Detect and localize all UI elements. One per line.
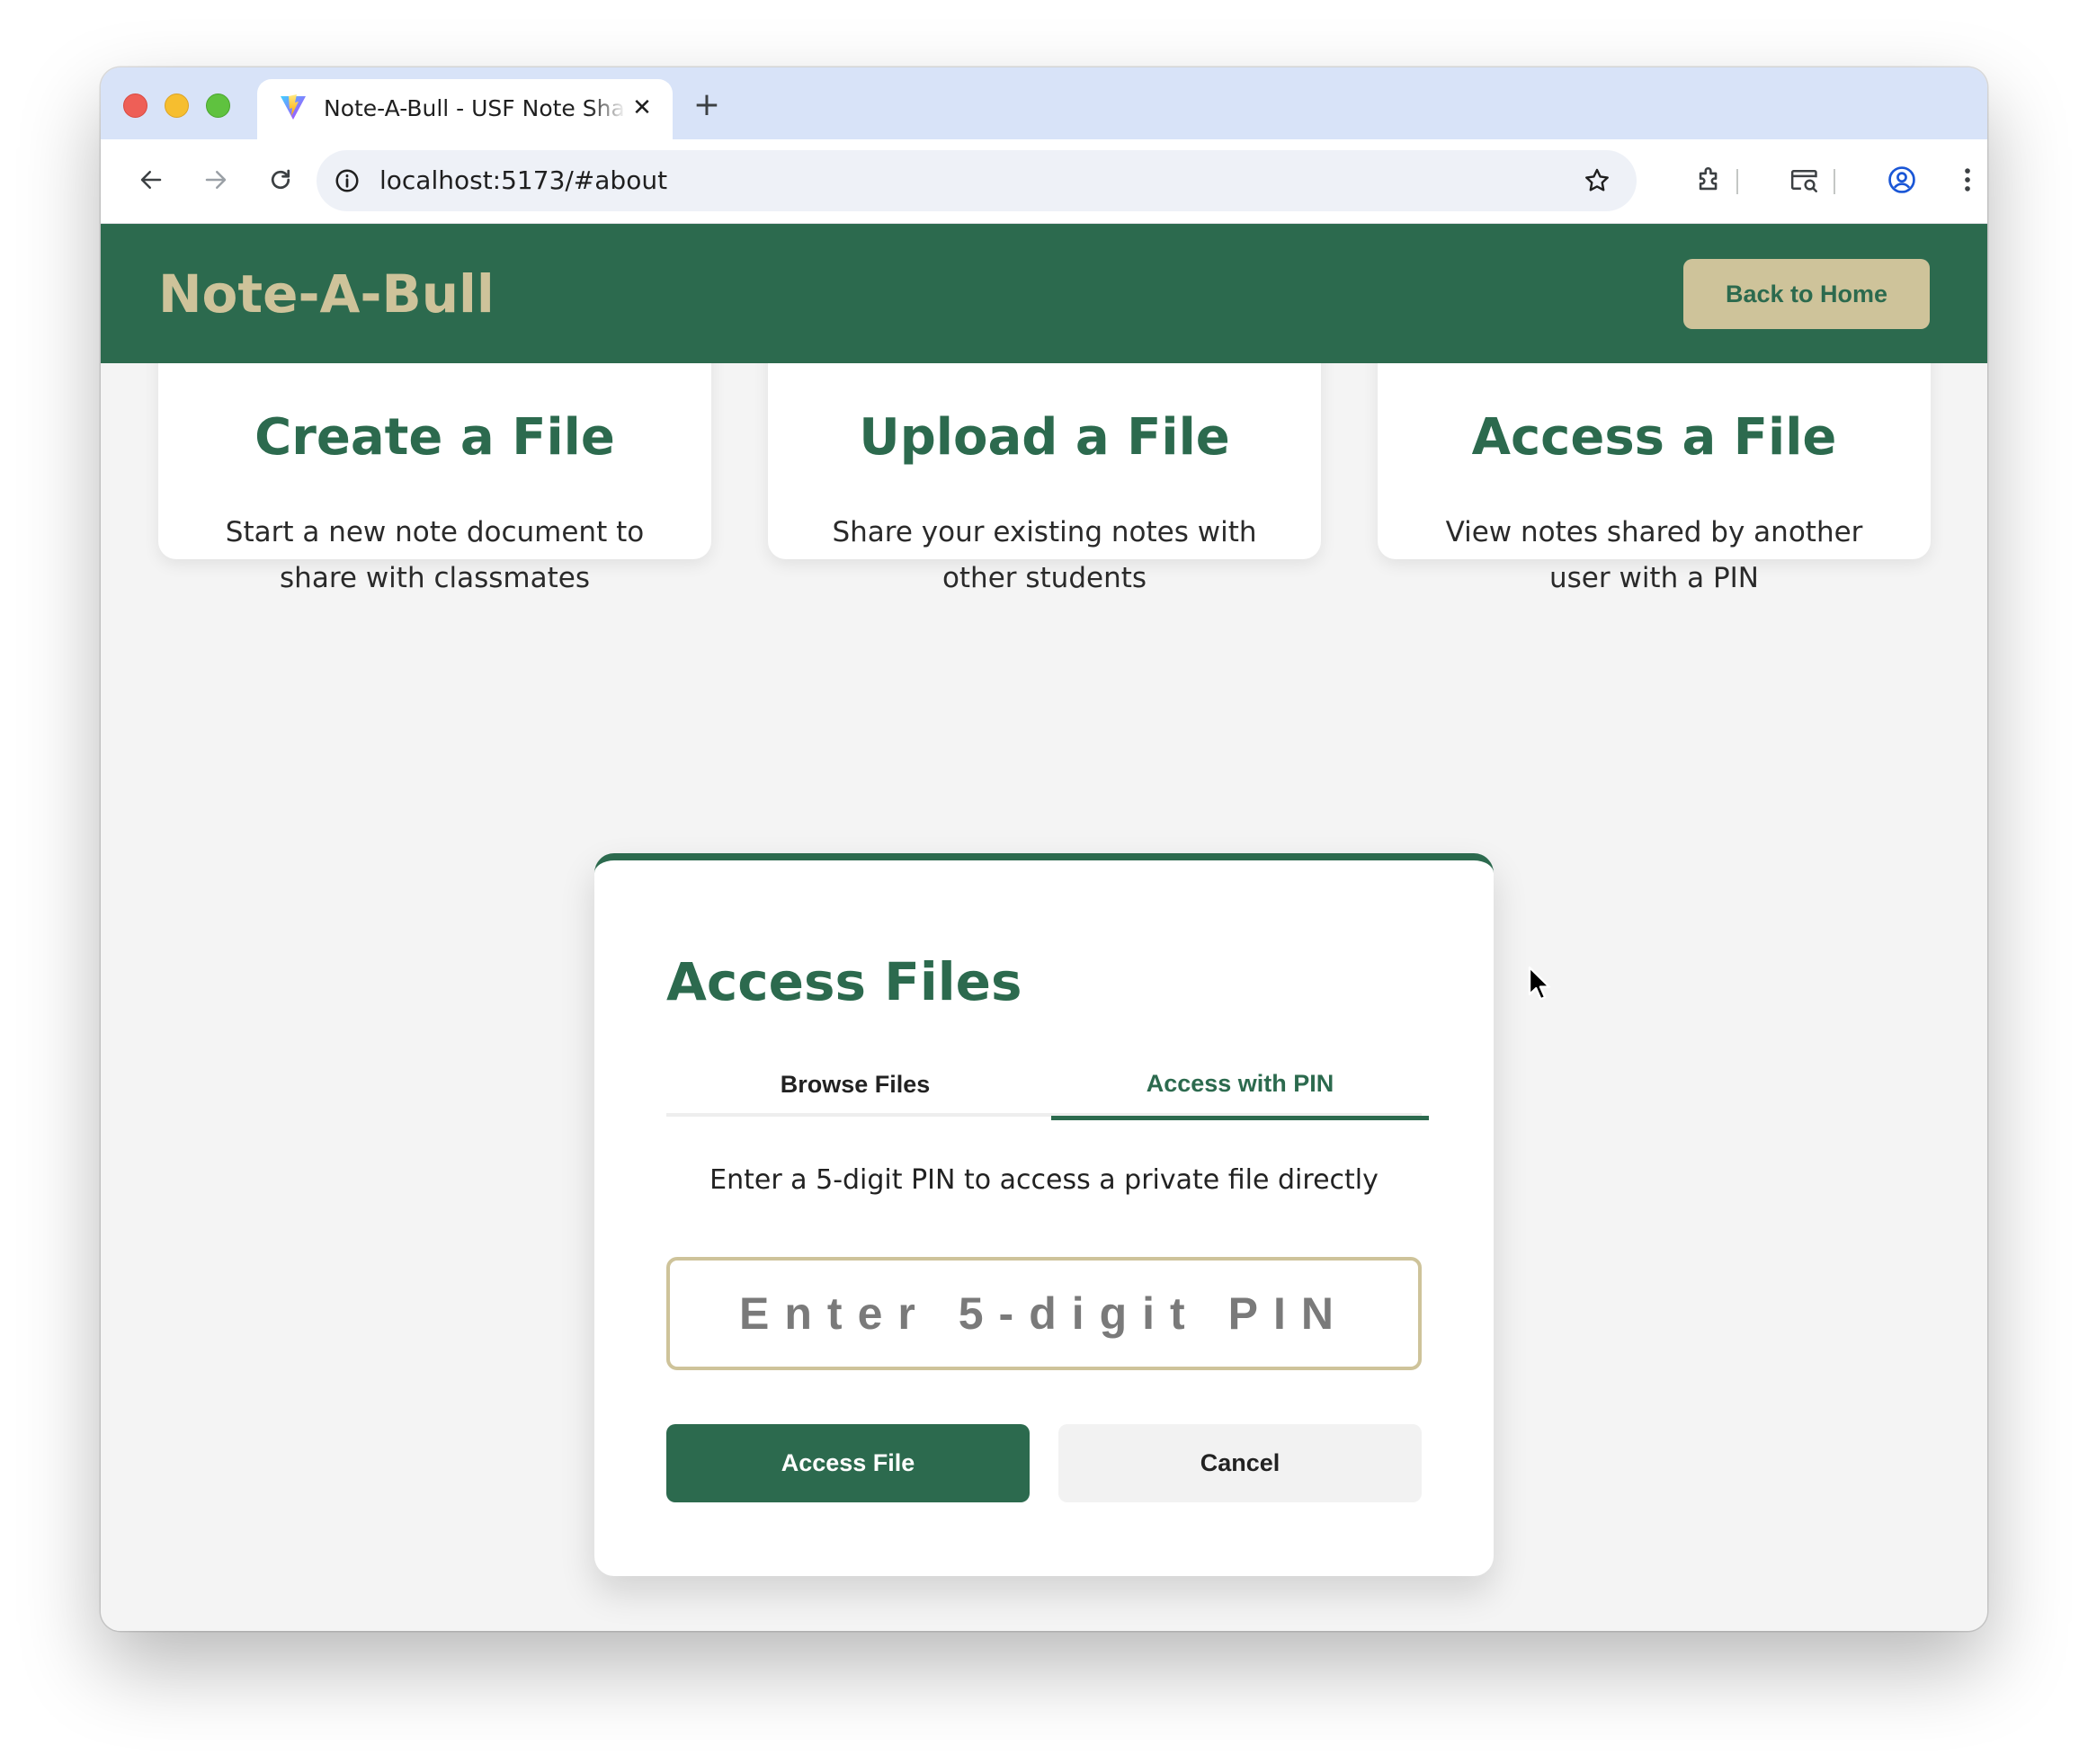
back-arrow-icon[interactable] xyxy=(131,160,171,200)
pin-instructions: Enter a 5-digit PIN to access a private … xyxy=(709,1164,1379,1196)
browser-window: Note-A-Bull - USF Note Sharing ✕ + local… xyxy=(101,67,1987,1631)
tab-access-with-pin[interactable]: Access with PIN xyxy=(1051,1052,1429,1120)
address-bar[interactable]: localhost:5173/#about xyxy=(317,150,1637,211)
tab-strip: Note-A-Bull - USF Note Sharing ✕ + xyxy=(101,67,1987,139)
zoom-window-icon[interactable] xyxy=(206,94,230,118)
tab-browse-files[interactable]: Browse Files xyxy=(666,1052,1044,1117)
modal-tabs: Browse Files Access with PIN xyxy=(666,1052,1429,1120)
page-viewport: Note-A-Bull Back to Home Create a File S… xyxy=(101,224,1987,1631)
cancel-button[interactable]: Cancel xyxy=(1058,1424,1422,1502)
card-title: Upload a File xyxy=(859,408,1230,467)
vite-favicon-icon xyxy=(281,94,306,120)
card-description: View notes shared by another user with a… xyxy=(1445,516,1863,594)
back-to-home-button[interactable]: Back to Home xyxy=(1683,259,1930,329)
card-description: Start a new note document to share with … xyxy=(225,516,645,594)
browser-tab-active[interactable]: Note-A-Bull - USF Note Sharing ✕ xyxy=(257,79,673,139)
card-title: Access a File xyxy=(1471,408,1837,467)
toolbar-divider xyxy=(1736,169,1738,194)
pin-input[interactable] xyxy=(666,1257,1422,1370)
mouse-cursor-icon xyxy=(1528,966,1551,1001)
toolbar-divider xyxy=(1834,169,1835,194)
more-menu-icon[interactable] xyxy=(1948,160,1987,200)
tab-search-icon[interactable] xyxy=(1785,160,1825,200)
reload-icon[interactable] xyxy=(261,160,300,200)
modal-title: Access Files xyxy=(666,951,1022,1012)
access-file-button[interactable]: Access File xyxy=(666,1424,1030,1502)
new-tab-button[interactable]: + xyxy=(689,87,725,123)
tab-close-icon[interactable]: ✕ xyxy=(626,92,658,124)
brand-logo[interactable]: Note-A-Bull xyxy=(158,258,495,330)
bookmark-star-icon[interactable] xyxy=(1577,161,1617,200)
card-description: Share your existing notes with other stu… xyxy=(832,516,1257,594)
extensions-icon[interactable] xyxy=(1690,160,1729,200)
tab-title: Note-A-Bull - USF Note Sharing xyxy=(324,95,626,121)
site-info-icon[interactable] xyxy=(329,163,365,199)
app-header: Note-A-Bull Back to Home xyxy=(101,224,1987,363)
close-window-icon[interactable] xyxy=(123,94,147,118)
forward-arrow-icon[interactable] xyxy=(196,160,236,200)
access-files-modal: Access Files Browse Files Access with PI… xyxy=(594,853,1494,1576)
minimize-window-icon[interactable] xyxy=(165,94,189,118)
profile-icon[interactable] xyxy=(1882,160,1922,200)
url-text[interactable]: localhost:5173/#about xyxy=(379,165,667,197)
browser-toolbar: localhost:5173/#about xyxy=(101,139,1987,224)
card-title: Create a File xyxy=(254,408,615,467)
